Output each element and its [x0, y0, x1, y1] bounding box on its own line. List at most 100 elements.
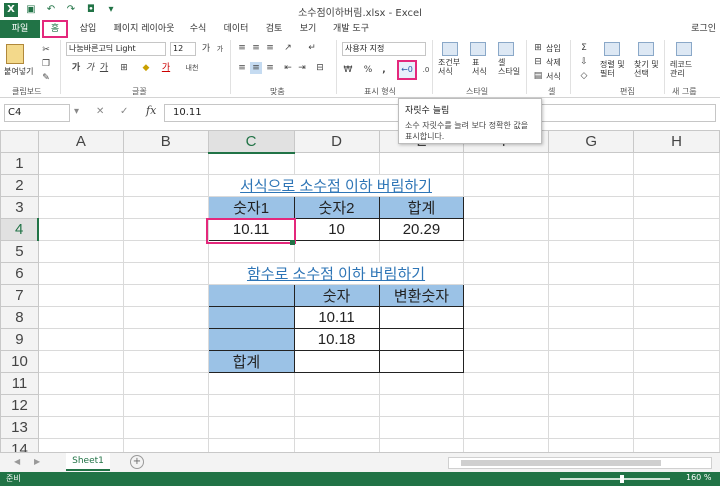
row-header[interactable]: 11 — [0, 372, 39, 395]
cell-grid[interactable]: A B C D E F G H 1 2 서식으로 소수점 이하 버림하기 3 — [0, 130, 720, 452]
cell[interactable] — [293, 152, 380, 175]
table2-value[interactable]: 10.18 — [293, 328, 380, 351]
table2-label-cell[interactable] — [207, 328, 295, 351]
shrink-font-button[interactable]: 가 — [214, 43, 226, 55]
align-bottom-icon[interactable]: ≡ — [264, 42, 276, 54]
cell[interactable] — [293, 372, 380, 395]
cell[interactable] — [378, 372, 465, 395]
cell[interactable] — [548, 218, 635, 241]
zoom-level[interactable]: 160 % — [686, 473, 711, 482]
cell[interactable] — [463, 196, 550, 219]
add-sheet-icon[interactable]: + — [130, 455, 144, 469]
cell[interactable] — [37, 416, 124, 439]
fill-color-icon[interactable]: ◆ — [140, 62, 152, 74]
tab-view[interactable]: 보기 — [294, 20, 322, 38]
cell[interactable] — [122, 262, 209, 285]
tab-insert[interactable]: 삽입 — [74, 20, 102, 38]
table1-header[interactable]: 숫자1 — [207, 196, 295, 219]
italic-button[interactable]: 가 — [84, 62, 96, 74]
table1-title[interactable]: 서식으로 소수점 이하 버림하기 — [207, 174, 465, 197]
cell[interactable] — [633, 372, 720, 395]
cell[interactable] — [122, 438, 209, 452]
cell[interactable] — [463, 152, 550, 175]
cell[interactable] — [633, 174, 720, 197]
cell-style-icon[interactable] — [498, 42, 514, 56]
scrollbar-thumb[interactable] — [461, 460, 661, 466]
cell[interactable] — [122, 196, 209, 219]
cut-icon[interactable]: ✂ — [40, 44, 52, 56]
table1-value[interactable]: 10 — [293, 218, 380, 241]
cell[interactable] — [122, 240, 209, 263]
cell[interactable] — [293, 240, 380, 263]
cell[interactable] — [548, 416, 635, 439]
cell[interactable] — [463, 218, 550, 241]
cell[interactable] — [37, 196, 124, 219]
table1-header[interactable]: 숫자2 — [293, 196, 380, 219]
format-cells-button[interactable]: 서식 — [546, 71, 561, 82]
cell[interactable] — [37, 218, 124, 241]
find-select-icon[interactable] — [638, 42, 654, 56]
cell[interactable] — [122, 152, 209, 175]
cell[interactable] — [293, 438, 380, 452]
number-format-select[interactable]: 사용자 지정 — [342, 42, 426, 56]
cell[interactable] — [548, 306, 635, 329]
cell-style-button[interactable]: 셀 스타일 — [498, 58, 520, 76]
tab-formulas[interactable]: 수식 — [184, 20, 212, 38]
row-header[interactable]: 9 — [0, 328, 39, 351]
cell[interactable] — [207, 152, 295, 175]
align-right-icon[interactable]: ≡ — [264, 62, 276, 74]
autosum-icon[interactable]: Σ — [578, 42, 590, 54]
tab-review[interactable]: 검토 — [260, 20, 288, 38]
worksheet[interactable]: A B C D E F G H 1 2 서식으로 소수점 이하 버림하기 3 — [0, 130, 720, 452]
cell[interactable] — [207, 240, 295, 263]
sort-filter-icon[interactable] — [604, 42, 620, 56]
tab-file[interactable]: 파일 — [0, 20, 40, 38]
table2-header-empty[interactable] — [207, 284, 295, 307]
tab-page-layout[interactable]: 페이지 레이아웃 — [108, 20, 180, 38]
zoom-slider[interactable] — [560, 478, 670, 480]
cell[interactable] — [548, 438, 635, 452]
cell[interactable] — [122, 218, 209, 241]
cell[interactable] — [548, 152, 635, 175]
table2-sum-converted[interactable] — [378, 350, 465, 373]
cell[interactable] — [207, 372, 295, 395]
cell[interactable] — [122, 350, 209, 373]
delete-cells-button[interactable]: 삭제 — [546, 57, 561, 68]
cell[interactable] — [378, 416, 465, 439]
insert-cells-button[interactable]: 삽입 — [546, 43, 561, 54]
cell-c4-selected[interactable]: 10.11 — [207, 218, 295, 241]
cell[interactable] — [633, 438, 720, 452]
cell[interactable] — [122, 372, 209, 395]
cell[interactable] — [633, 218, 720, 241]
font-name-select[interactable]: 나눔바른고딕 Light — [66, 42, 166, 56]
tab-developer[interactable]: 개발 도구 — [326, 20, 376, 38]
zoom-slider-knob[interactable] — [620, 475, 624, 483]
name-box[interactable]: C4 — [4, 104, 70, 122]
fill-handle[interactable] — [290, 240, 295, 245]
cell[interactable] — [463, 416, 550, 439]
phonetic-button[interactable]: 내천 — [182, 62, 202, 74]
enter-icon[interactable]: ✓ — [120, 106, 128, 117]
cell[interactable] — [463, 328, 550, 351]
cell[interactable] — [463, 174, 550, 197]
cell[interactable] — [548, 394, 635, 417]
cell[interactable] — [293, 416, 380, 439]
row-header[interactable]: 5 — [0, 240, 39, 263]
table2-sum-value[interactable] — [293, 350, 380, 373]
border-icon[interactable]: ⊞ — [118, 62, 130, 74]
cell[interactable] — [293, 394, 380, 417]
cell[interactable] — [207, 394, 295, 417]
cell[interactable] — [463, 438, 550, 452]
row-header[interactable]: 3 — [0, 196, 39, 219]
cell[interactable] — [548, 196, 635, 219]
horizontal-scrollbar[interactable] — [448, 457, 712, 469]
underline-button[interactable]: 가 — [98, 62, 110, 74]
row-header[interactable]: 10 — [0, 350, 39, 373]
record-manage-icon[interactable] — [676, 42, 692, 56]
paste-button[interactable]: 붙여넣기 — [4, 66, 33, 77]
cell[interactable] — [633, 196, 720, 219]
cell[interactable] — [37, 240, 124, 263]
column-header[interactable]: A — [37, 130, 124, 153]
align-top-icon[interactable]: ≡ — [236, 42, 248, 54]
cell[interactable] — [37, 372, 124, 395]
